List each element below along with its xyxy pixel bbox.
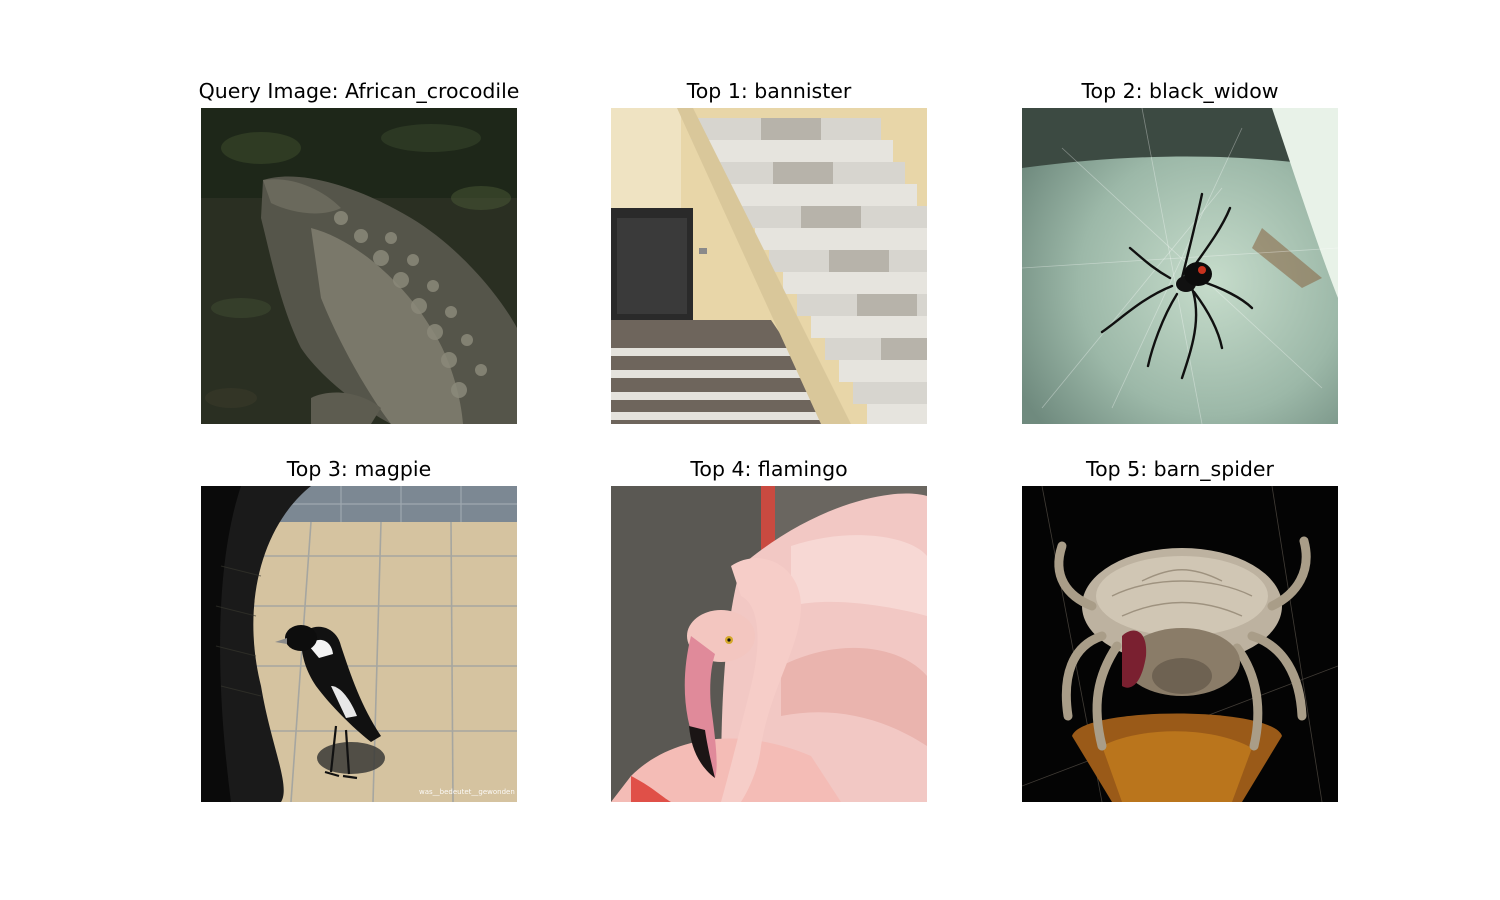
panel-title: Query Image: African_crocodile bbox=[198, 79, 520, 103]
panel-title: Top 3: magpie bbox=[286, 457, 432, 481]
panel-title: Top 1: bannister bbox=[686, 79, 852, 103]
panel-title: Top 2: black_widow bbox=[1081, 79, 1279, 103]
barn-spider-image bbox=[1022, 486, 1338, 802]
watermark-text: was__bedeutet__gewonden bbox=[419, 788, 515, 796]
bannister-image bbox=[611, 108, 927, 424]
black-widow-image bbox=[1022, 108, 1338, 424]
panel-title: Top 5: barn_spider bbox=[1086, 457, 1274, 481]
flamingo-image bbox=[611, 486, 927, 802]
african-crocodile-image bbox=[201, 108, 517, 424]
magpie-image: was__bedeutet__gewonden bbox=[201, 486, 517, 802]
panel-title: Top 4: flamingo bbox=[690, 457, 848, 481]
